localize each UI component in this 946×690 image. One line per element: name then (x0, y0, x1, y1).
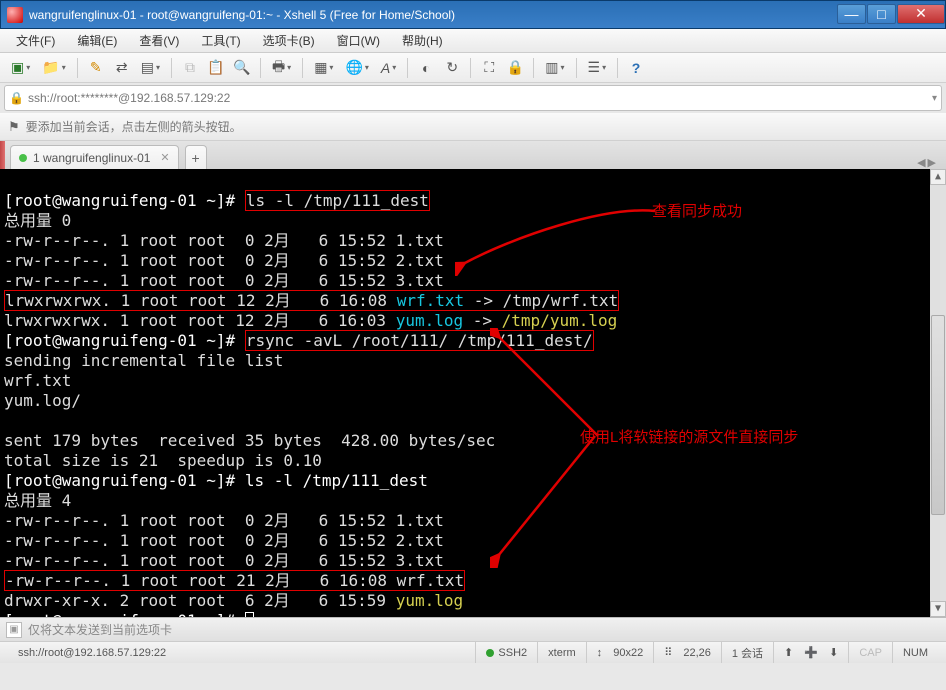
send-bar[interactable]: ▣ 仅将文本发送到当前选项卡 (0, 617, 946, 641)
minimize-button[interactable]: — (837, 4, 866, 24)
window-titlebar: wangruifenglinux-01 - root@wangruifeng-0… (0, 0, 946, 29)
fullscreen-button[interactable]: ⛶ (477, 56, 501, 80)
scroll-down-icon[interactable]: ▼ (930, 601, 946, 617)
open-button[interactable]: 📁 (37, 56, 70, 80)
chevron-right-icon[interactable]: ⬇ (829, 646, 838, 659)
pos-icon: ⠿ (664, 646, 672, 659)
status-nav[interactable]: ⬆ ➕ ⬇ (773, 642, 848, 663)
address-dropdown-icon[interactable]: ▾ (932, 93, 937, 104)
send-target-icon[interactable]: ▣ (6, 622, 22, 638)
view-toggle-button[interactable]: ▥ (540, 56, 569, 80)
connected-dot-icon (19, 154, 27, 162)
tab-next-icon[interactable]: ▶ (928, 156, 936, 169)
status-sessions: 1 会话 (721, 642, 773, 663)
reconnect-button[interactable]: ✎ (84, 56, 108, 80)
menu-edit[interactable]: 编辑(E) (71, 30, 123, 51)
info-bar: ⚑ 要添加当前会话，点击左侧的箭头按钮。 (0, 113, 946, 141)
properties-button[interactable]: ▤ (136, 56, 165, 80)
toolbar: ▣ 📁 ✎ ⇄ ▤ ⧉ 📋 🔍 🖶 ▦ 🌐 A ◐ ↻ ⛶ 🔒 ▥ ☰ ? (0, 53, 946, 83)
terminal-view[interactable]: [root@wangruifeng-01 ~]# ls -l /tmp/111_… (0, 169, 946, 617)
highlight-symlinks: lrwxrwxrwx. 1 root root 12 2月 6 16:08 wr… (4, 290, 619, 311)
scroll-thumb[interactable] (931, 315, 945, 515)
status-bar: ssh://root@192.168.57.129:22 SSH2 xterm … (0, 641, 946, 663)
menu-tools[interactable]: 工具(T) (195, 30, 246, 51)
help-button[interactable]: ? (624, 56, 648, 80)
menu-tabs[interactable]: 选项卡(B) (257, 30, 321, 51)
highlight-cmd2: rsync -avL /root/111/ /tmp/111_dest/ (245, 330, 594, 351)
new-session-button[interactable]: ▣ (6, 56, 35, 80)
chevron-left-icon[interactable]: ⬆ (784, 646, 793, 659)
menu-view[interactable]: 查看(V) (133, 30, 185, 51)
maximize-button[interactable]: □ (867, 4, 896, 24)
lock-icon: 🔒 (9, 91, 24, 105)
find-button[interactable]: 🔍 (230, 56, 254, 80)
disconnect-button[interactable]: ⇄ (110, 56, 134, 80)
menu-window[interactable]: 窗口(W) (331, 30, 386, 51)
size-icon: ↕ (597, 647, 603, 659)
scroll-up-icon[interactable]: ▲ (930, 169, 946, 185)
address-url: ssh://root:********@192.168.57.129:22 (28, 91, 932, 105)
menu-help[interactable]: 帮助(H) (396, 30, 449, 51)
send-placeholder: 仅将文本发送到当前选项卡 (28, 621, 172, 638)
paste-button[interactable]: 📋 (204, 56, 228, 80)
options-button[interactable]: ☰ (583, 56, 612, 80)
layout-button[interactable]: ▦ (309, 56, 338, 80)
lock-button[interactable]: 🔒 (503, 56, 527, 80)
terminal-cursor (245, 612, 254, 617)
window-controls: — □ ✕ (836, 4, 945, 26)
status-connection: ssh://root@192.168.57.129:22 (8, 642, 176, 663)
session-tab[interactable]: 1 wangruifenglinux-01 ✕ (10, 145, 179, 169)
status-cap: CAP (848, 642, 892, 663)
status-size: ↕ 90x22 (586, 642, 654, 663)
close-button[interactable]: ✕ (897, 4, 945, 24)
address-bar[interactable]: 🔒 ssh://root:********@192.168.57.129:22 … (4, 85, 942, 111)
drag-handle[interactable] (0, 141, 5, 169)
window-title: wangruifenglinux-01 - root@wangruifeng-0… (29, 8, 836, 22)
terminal-scrollbar[interactable]: ▲ ▼ (930, 169, 946, 617)
status-term: xterm (537, 642, 586, 663)
print-button[interactable]: 🖶 (267, 56, 296, 80)
copy-button[interactable]: ⧉ (178, 56, 202, 80)
new-tab-button[interactable]: + (185, 145, 207, 169)
menu-file[interactable]: 文件(F) (10, 30, 61, 51)
tab-label: 1 wangruifenglinux-01 (33, 151, 150, 165)
menu-bar: 文件(F) 编辑(E) 查看(V) 工具(T) 选项卡(B) 窗口(W) 帮助(… (0, 29, 946, 53)
refresh-button[interactable]: ↻ (440, 56, 464, 80)
app-icon (7, 7, 23, 23)
status-num: NUM (892, 642, 938, 663)
tab-prev-icon[interactable]: ◀ (917, 156, 925, 169)
status-pos: ⠿ 22,26 (653, 642, 721, 663)
tab-close-icon[interactable]: ✕ (160, 151, 169, 164)
connected-indicator-icon (486, 649, 494, 657)
status-proto: SSH2 (475, 642, 537, 663)
highlight-cmd1: ls -l /tmp/111_dest (245, 190, 430, 211)
font-button[interactable]: A (376, 56, 401, 80)
tab-strip: 1 wangruifenglinux-01 ✕ + ◀ ▶ (0, 141, 946, 169)
plus-icon[interactable]: ➕ (804, 646, 818, 659)
highlight-regular-file: -rw-r--r--. 1 root root 21 2月 6 16:08 wr… (4, 570, 465, 591)
info-text: 要添加当前会话，点击左侧的箭头按钮。 (26, 118, 242, 135)
encoding-button[interactable]: 🌐 (340, 56, 373, 80)
script-button[interactable]: ◐ (414, 56, 438, 80)
info-flag-icon[interactable]: ⚑ (8, 119, 20, 135)
